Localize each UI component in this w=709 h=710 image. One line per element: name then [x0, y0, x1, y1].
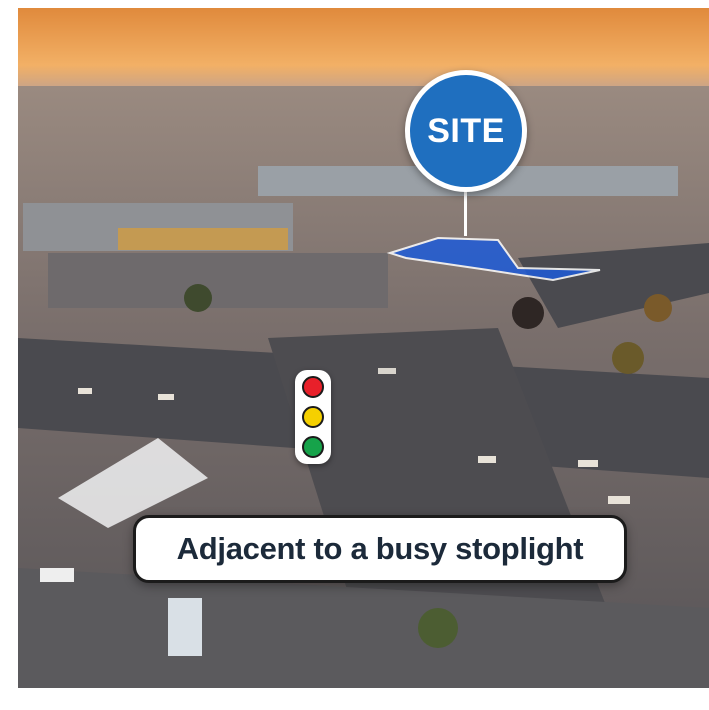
- aerial-scene: [18, 8, 709, 688]
- red-lamp-icon: [302, 376, 324, 398]
- callout-box: Adjacent to a busy stoplight: [133, 515, 627, 583]
- site-pin-stem: [464, 190, 467, 236]
- green-lamp-icon: [302, 436, 324, 458]
- aerial-photo: [18, 8, 709, 688]
- yellow-lamp-icon: [302, 406, 324, 428]
- stoplight-icon: [295, 370, 331, 464]
- callout-text: Adjacent to a busy stoplight: [176, 531, 584, 566]
- site-marker: SITE: [405, 70, 527, 192]
- site-label: SITE: [427, 111, 505, 150]
